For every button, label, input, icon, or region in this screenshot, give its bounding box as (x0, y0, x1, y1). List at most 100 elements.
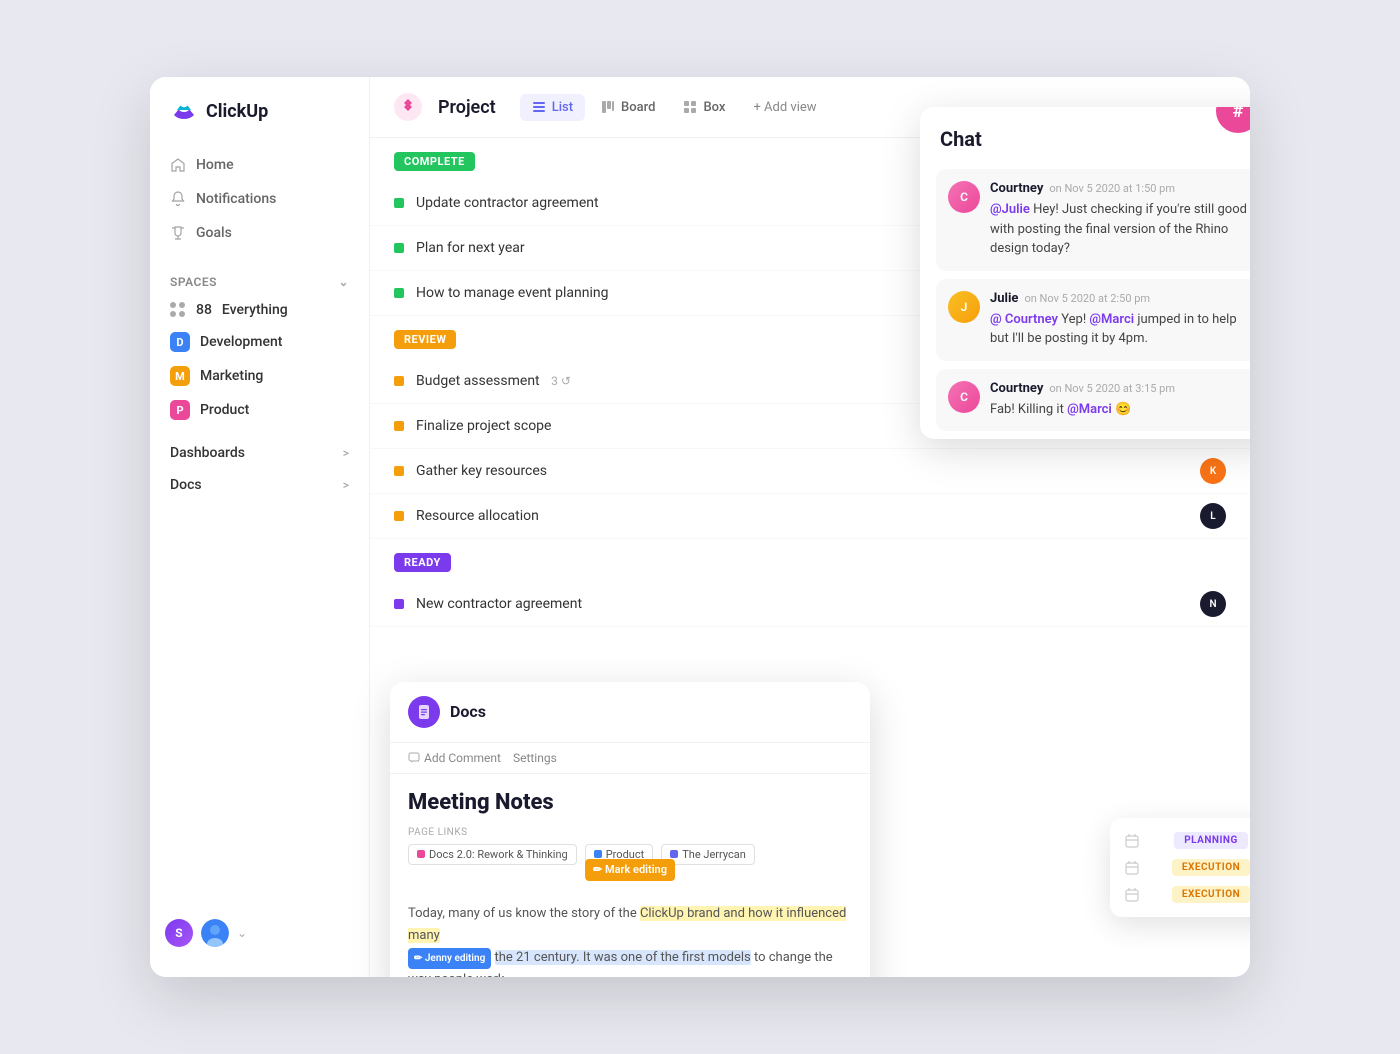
spaces-chevron-icon[interactable]: ⌄ (338, 275, 349, 289)
spaces-header: Spaces ⌄ (160, 269, 359, 295)
planning-panel: PLANNING EXECUTION EXECUTION (1110, 818, 1250, 917)
chat-message-header: Courtney on Nov 5 2020 at 1:50 pm (990, 181, 1250, 196)
add-comment-button[interactable]: Add Comment (408, 751, 501, 765)
chat-panel: # Chat C Courtney on Nov 5 2020 at 1:50 … (920, 107, 1250, 439)
tab-box[interactable]: Box (671, 94, 737, 121)
planning-row: EXECUTION (1124, 859, 1250, 876)
spaces-section: Spaces ⌄ 88 Everything D Development M (150, 269, 369, 427)
task-avatar: L (1200, 503, 1226, 529)
mention: @Julie (990, 202, 1030, 217)
page-link-dot (670, 850, 678, 858)
home-label: Home (196, 157, 234, 173)
planning-badge: PLANNING (1174, 832, 1248, 849)
sidebar-item-notifications[interactable]: Notifications (160, 183, 359, 215)
jenny-editing-badge: ✏ Jenny editing (408, 948, 491, 969)
sidebar-item-dashboards[interactable]: Dashboards > (160, 437, 359, 469)
chat-avatar-julie: J (948, 291, 980, 323)
page-link[interactable]: The Jerrycan (661, 844, 755, 865)
message-time: on Nov 5 2020 at 1:50 pm (1049, 182, 1175, 195)
sender-name: Julie (990, 291, 1018, 306)
project-title: Project (438, 97, 496, 118)
bell-icon (170, 191, 186, 207)
tab-list[interactable]: List (520, 94, 585, 121)
sidebar-item-marketing[interactable]: M Marketing (160, 359, 359, 393)
message-text: Fab! Killing it @Marci 😊 (990, 400, 1175, 420)
execution-badge: EXECUTION (1172, 859, 1250, 876)
task-row[interactable]: New contractor agreement N (370, 582, 1250, 627)
task-meta: N (1200, 591, 1226, 617)
mark-editing-badge: ✏ Mark editing (585, 859, 675, 882)
section-ready-header: READY (370, 539, 1250, 582)
chat-message-header: Courtney on Nov 5 2020 at 3:15 pm (990, 381, 1175, 396)
product-space-icon: P (170, 400, 190, 420)
sidebar-item-goals[interactable]: Goals (160, 217, 359, 249)
trophy-icon (170, 225, 186, 241)
user-avatar-s: S (165, 919, 193, 947)
mention: @Marci (1067, 402, 1112, 417)
box-tab-icon (683, 100, 697, 114)
chat-avatar-courtney: C (948, 181, 980, 213)
page-link-dot (594, 850, 602, 858)
tab-board[interactable]: Board (589, 94, 667, 121)
task-row[interactable]: Resource allocation L (370, 494, 1250, 539)
goals-label: Goals (196, 225, 232, 241)
sidebar-item-docs[interactable]: Docs > (160, 469, 359, 501)
project-icon (394, 93, 422, 121)
execution-badge-2: EXECUTION (1172, 886, 1250, 903)
sidebar: ClickUp Home Notifications (150, 77, 370, 977)
docs-body-text: ✏ Mark editing Today, many of us know th… (408, 879, 852, 977)
docs-panel-header: Docs (390, 682, 870, 743)
list-tab-icon (532, 100, 546, 114)
message-time: on Nov 5 2020 at 3:15 pm (1049, 382, 1175, 395)
task-meta: K (1200, 458, 1226, 484)
complete-badge: COMPLETE (394, 152, 475, 171)
sidebar-navigation: Home Notifications Goals (150, 149, 369, 249)
planning-row: PLANNING (1124, 832, 1250, 849)
docs-panel: Docs Add Comment Settings Meeting Notes … (390, 682, 870, 977)
task-status-dot (394, 198, 404, 208)
comment-icon (408, 752, 420, 764)
chat-message: C Courtney on Nov 5 2020 at 3:15 pm Fab!… (936, 369, 1250, 432)
task-row[interactable]: Gather key resources K (370, 449, 1250, 494)
review-badge: REVIEW (394, 330, 456, 349)
dashboards-chevron-icon: > (343, 446, 349, 460)
sender-name: Courtney (990, 381, 1043, 396)
docs-chevron-icon: > (343, 478, 349, 492)
task-status-dot (394, 511, 404, 521)
sidebar-item-development[interactable]: D Development (160, 325, 359, 359)
sidebar-item-home[interactable]: Home (160, 149, 359, 181)
sidebar-footer: S ⌄ (150, 909, 369, 957)
message-text: @ Courtney Yep! @Marci jumped in to help… (990, 310, 1250, 349)
task-name: Resource allocation (416, 508, 1200, 524)
calendar-icon (1124, 887, 1140, 903)
page-link[interactable]: Docs 2.0: Rework & Thinking (408, 844, 577, 865)
chat-message: C Courtney on Nov 5 2020 at 1:50 pm @Jul… (936, 169, 1250, 271)
chat-message-content: Julie on Nov 5 2020 at 2:50 pm @ Courtne… (990, 291, 1250, 349)
task-status-dot (394, 243, 404, 253)
docs-actions: Add Comment Settings (390, 743, 870, 774)
calendar-icon (1124, 860, 1140, 876)
everything-count: 88 (196, 302, 212, 318)
task-name: Gather key resources (416, 463, 1200, 479)
task-avatar: K (1200, 458, 1226, 484)
page-links-label: PAGE LINKS (408, 827, 852, 838)
message-text: @Julie Hey! Just checking if you're stil… (990, 200, 1250, 259)
mention: @ Courtney (990, 312, 1058, 327)
planning-row: EXECUTION (1124, 886, 1250, 903)
notifications-label: Notifications (196, 191, 276, 207)
sidebar-item-product[interactable]: P Product (160, 393, 359, 427)
user-menu-chevron-icon[interactable]: ⌄ (237, 926, 247, 940)
chat-message-content: Courtney on Nov 5 2020 at 3:15 pm Fab! K… (990, 381, 1175, 420)
clickup-logo-icon (170, 97, 198, 125)
message-time: on Nov 5 2020 at 2:50 pm (1024, 292, 1150, 305)
add-view-button[interactable]: + Add view (741, 94, 828, 121)
task-name: New contractor agreement (416, 596, 1200, 612)
settings-button[interactable]: Settings (513, 751, 557, 765)
everything-grid-icon (170, 302, 186, 318)
task-avatar: N (1200, 591, 1226, 617)
sidebar-item-everything[interactable]: 88 Everything (160, 295, 359, 325)
view-tabs: List Board (520, 94, 829, 121)
calendar-icon (1124, 833, 1140, 849)
sidebar-logo: ClickUp (150, 97, 369, 149)
docs-content: Meeting Notes PAGE LINKS Docs 2.0: Rewor… (390, 774, 870, 977)
